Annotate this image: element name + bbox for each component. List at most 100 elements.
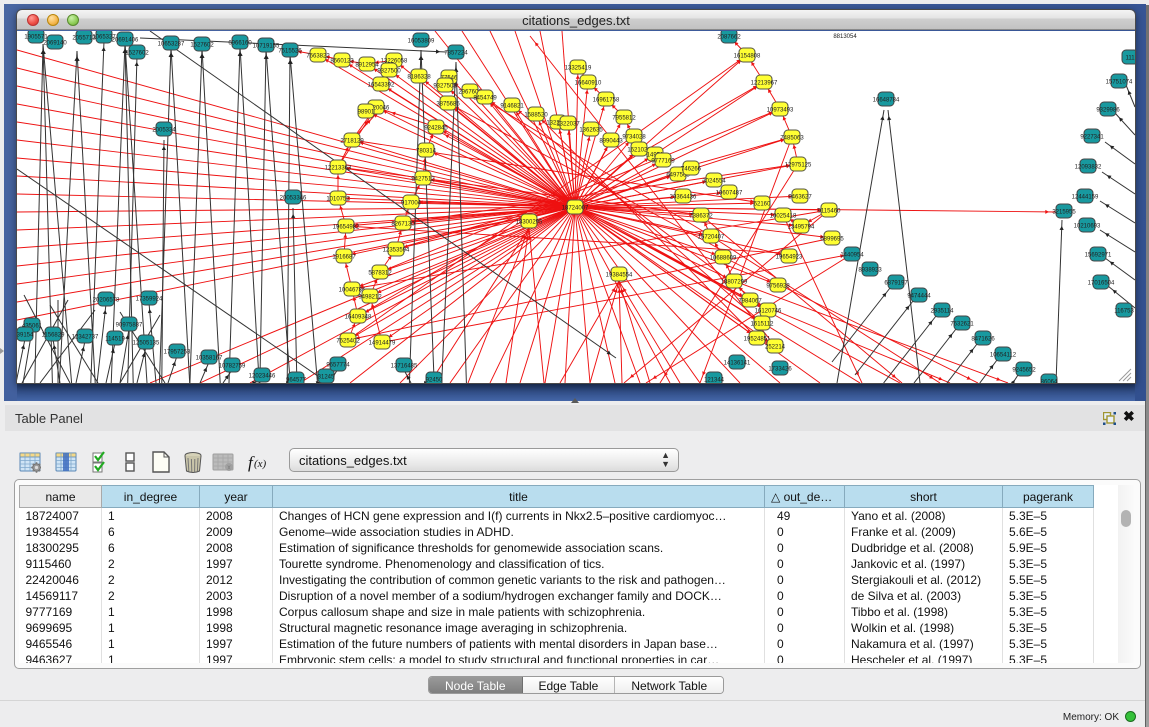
svg-text:3875685: 3875685 (436, 102, 460, 108)
svg-text:116753: 116753 (1114, 309, 1134, 315)
svg-text:19654982: 19654982 (333, 225, 360, 231)
svg-text:7515526: 7515526 (278, 49, 302, 55)
svg-text:19654923: 19654923 (776, 255, 803, 261)
svg-text:1322037: 1322037 (556, 122, 580, 128)
svg-text:16053809: 16053809 (408, 39, 435, 45)
svg-text:10025418: 10025418 (770, 214, 797, 220)
svg-text:9777169: 9777169 (651, 159, 675, 165)
svg-text:8267130: 8267130 (391, 222, 415, 228)
svg-text:15751074: 15751074 (1106, 80, 1133, 86)
svg-text:1733426: 1733426 (768, 367, 792, 373)
svg-text:10607487: 10607487 (716, 191, 743, 197)
svg-text:7984067: 7984067 (738, 299, 762, 305)
svg-text:964577: 964577 (286, 378, 307, 384)
svg-text:16120746: 16120746 (755, 309, 782, 315)
svg-text:13495794: 13495794 (788, 225, 815, 231)
svg-text:6966160: 6966160 (228, 41, 252, 47)
svg-text:16543392: 16543392 (368, 83, 395, 89)
svg-text:2087662: 2087662 (717, 35, 741, 41)
svg-text:9227341: 9227341 (1080, 135, 1104, 141)
svg-text:16961758: 16961758 (593, 98, 620, 104)
svg-text:9115460: 9115460 (818, 209, 842, 215)
svg-text:14136141: 14136141 (724, 361, 751, 367)
svg-text:6899695: 6899695 (820, 237, 844, 243)
svg-text:7857224: 7857224 (444, 51, 468, 57)
svg-text:12342737: 12342737 (72, 335, 99, 341)
svg-text:8471626: 8471626 (971, 337, 995, 343)
svg-text:8912954: 8912954 (355, 63, 379, 69)
svg-text:(x): (x) (254, 458, 267, 470)
svg-text:10719155: 10719155 (253, 44, 280, 50)
svg-text:9242845: 9242845 (424, 126, 448, 132)
svg-text:8454749: 8454749 (473, 96, 497, 102)
svg-text:10653287: 10653287 (158, 42, 185, 48)
svg-text:16648784: 16648784 (873, 98, 900, 104)
svg-text:98901: 98901 (358, 110, 375, 116)
svg-text:1156829: 1156829 (42, 333, 66, 339)
svg-text:16154808: 16154808 (734, 54, 761, 60)
svg-text:7632621: 7632621 (950, 322, 974, 328)
svg-text:8813054: 8813054 (833, 34, 857, 40)
svg-text:8990443: 8990443 (599, 139, 623, 145)
svg-text:10973493: 10973493 (767, 108, 794, 114)
svg-text:1362635: 1362635 (579, 128, 603, 134)
svg-text:9146821: 9146821 (500, 104, 524, 110)
svg-text:17359924: 17359924 (136, 297, 163, 303)
svg-text:1010752: 1010752 (326, 197, 350, 203)
svg-text:7625402: 7625402 (336, 339, 360, 345)
svg-text:8186328: 8186328 (407, 75, 431, 81)
svg-text:12444159: 12444159 (1072, 195, 1099, 201)
svg-text:90975887: 90975887 (116, 323, 143, 329)
svg-text:39154: 39154 (17, 333, 34, 339)
svg-text:3024554: 3024554 (702, 179, 726, 185)
svg-text:9498212: 9498212 (358, 295, 382, 301)
svg-text:13325419: 13325419 (565, 66, 592, 72)
svg-text:7386372: 7386372 (689, 214, 713, 220)
svg-text:12975125: 12975125 (785, 163, 812, 169)
svg-text:9245652: 9245652 (1012, 368, 1036, 374)
svg-text:12353594: 12353594 (383, 248, 410, 254)
svg-text:111: 111 (1125, 56, 1135, 62)
svg-text:917004: 917004 (401, 201, 422, 207)
svg-text:18724007: 18724007 (562, 206, 589, 212)
svg-text:10782759: 10782759 (219, 364, 246, 370)
svg-text:9329986: 9329986 (1096, 108, 1120, 114)
svg-text:9327500: 9327500 (377, 69, 401, 75)
svg-text:1440954: 1440954 (840, 253, 864, 259)
svg-text:12213363: 12213363 (325, 166, 352, 172)
svg-text:252214: 252214 (765, 345, 786, 351)
svg-text:14914479: 14914479 (369, 341, 396, 347)
svg-text:16409348: 16409348 (345, 315, 372, 321)
svg-text:16640910: 16640910 (575, 81, 602, 87)
svg-text:15720407: 15720407 (698, 235, 725, 241)
svg-text:12093832: 12093832 (1075, 165, 1102, 171)
svg-text:18300295: 18300295 (516, 220, 543, 226)
svg-text:114519: 114519 (105, 337, 125, 343)
svg-text:92450: 92450 (426, 378, 443, 384)
svg-text:12505135: 12505135 (133, 341, 160, 347)
svg-text:62160: 62160 (754, 202, 771, 208)
svg-text:121344: 121344 (704, 378, 725, 384)
svg-text:10688609: 10688609 (710, 256, 737, 262)
svg-text:1588520: 1588520 (524, 113, 548, 119)
svg-text:86064: 86064 (1041, 380, 1058, 384)
svg-text:7663822: 7663822 (306, 54, 330, 60)
svg-text:9756928: 9756928 (766, 284, 790, 290)
svg-text:12213967: 12213967 (751, 81, 778, 87)
svg-text:x: x (227, 465, 231, 472)
svg-text:10210693: 10210693 (1074, 224, 1101, 230)
svg-text:2935114: 2935114 (931, 309, 955, 315)
svg-text:5878312: 5878312 (368, 271, 392, 277)
svg-text:2718129: 2718129 (340, 139, 364, 145)
svg-text:8938923: 8938923 (858, 268, 882, 274)
svg-text:6879197: 6879197 (884, 281, 908, 287)
svg-text:17016504: 17016504 (1088, 281, 1115, 287)
svg-text:746266: 746266 (681, 167, 702, 173)
svg-text:20691406: 20691406 (112, 38, 139, 44)
svg-text:780314: 780314 (416, 149, 437, 155)
svg-text:8660123: 8660123 (330, 59, 354, 65)
svg-text:20364436: 20364436 (670, 195, 697, 201)
svg-text:19384554: 19384554 (606, 273, 633, 279)
svg-text:9327508: 9327508 (433, 84, 457, 90)
svg-text:1527602: 1527602 (190, 43, 214, 49)
